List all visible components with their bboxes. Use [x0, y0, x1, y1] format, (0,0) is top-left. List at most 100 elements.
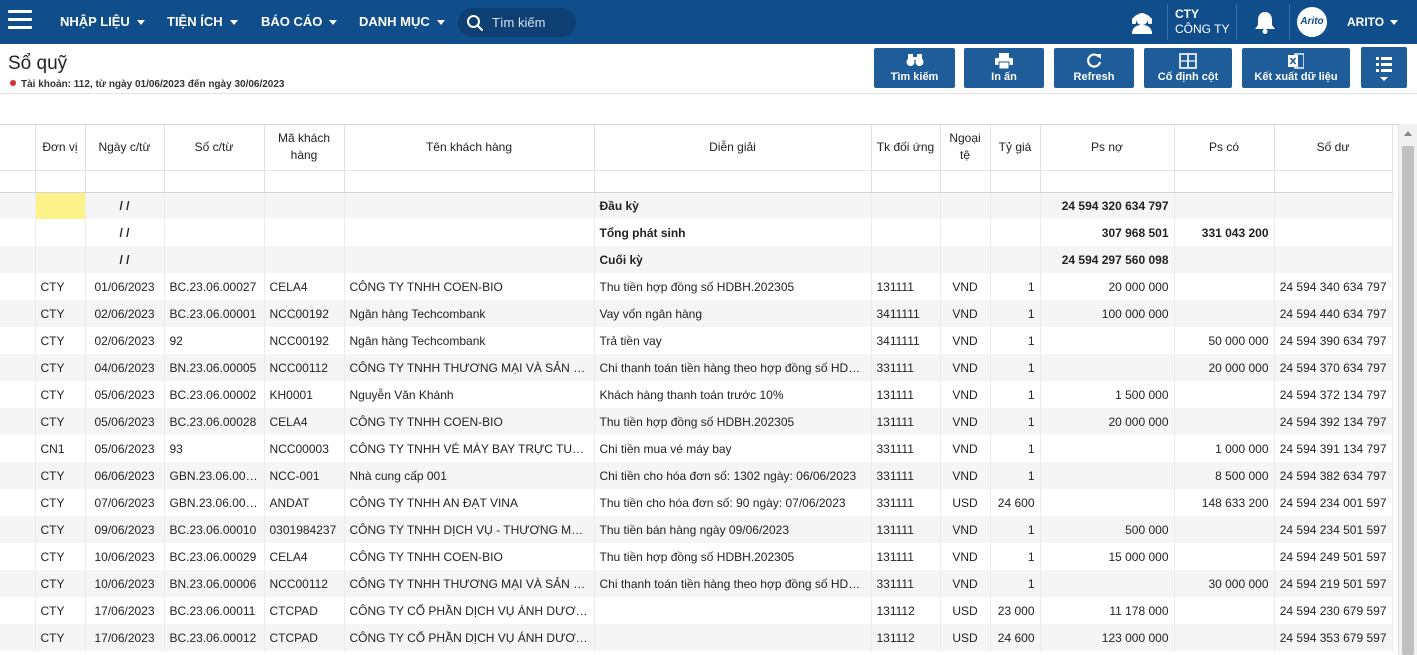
- table-cell: CTY: [35, 570, 86, 597]
- summary-row[interactable]: / / Đầu kỳ 24 594 320 634 797: [0, 192, 1393, 219]
- table-cell: [940, 192, 991, 219]
- row-select-cell[interactable]: [0, 408, 36, 435]
- table-cell: 331111: [871, 570, 941, 597]
- row-select-cell[interactable]: [0, 219, 36, 246]
- table-cell: VND: [940, 462, 991, 489]
- avatar[interactable]: Arito: [1297, 7, 1327, 37]
- nav-bao-cao[interactable]: BÁO CÁO: [261, 0, 338, 44]
- row-select-cell[interactable]: [0, 597, 36, 624]
- table-row[interactable]: CTY 17/06/2023 BC.23.06.00012 CTCPAD CÔNG TY…: [0, 624, 1393, 651]
- search-button[interactable]: Tìm kiếm: [874, 48, 955, 88]
- support-icon[interactable]: [1128, 8, 1156, 36]
- table-row[interactable]: CTY 05/06/2023 BC.23.06.00028 CELA4 CÔNG TY …: [0, 408, 1393, 435]
- header-cell[interactable]: Ngày c/từ: [85, 125, 165, 171]
- table-row[interactable]: CTY 09/06/2023 BC.23.06.00010 0301984237 CÔN…: [0, 516, 1393, 543]
- header-cell[interactable]: Số dư: [1274, 125, 1393, 171]
- table-cell: CTY: [35, 543, 86, 570]
- table-cell: [1174, 300, 1275, 327]
- row-select-cell[interactable]: [0, 273, 36, 300]
- vertical-scrollbar[interactable]: [1398, 124, 1417, 655]
- filter-cell[interactable]: [35, 170, 86, 193]
- table-row[interactable]: CTY 02/06/2023 BC.23.06.00001 NCC00192 Ngân …: [0, 300, 1393, 327]
- table-row[interactable]: CTY 05/06/2023 BC.23.06.00002 KH0001 Nguyễn …: [0, 381, 1393, 408]
- row-select-cell[interactable]: [0, 246, 36, 273]
- row-select-cell[interactable]: [0, 462, 36, 489]
- filter-cell[interactable]: [594, 170, 872, 193]
- filter-cell[interactable]: [871, 170, 941, 193]
- header-cell[interactable]: Đơn vị: [35, 125, 86, 171]
- header-cell[interactable]: Tỷ giá: [990, 125, 1041, 171]
- table-cell: BC.23.06.00027: [164, 273, 265, 300]
- table-cell: [1174, 192, 1275, 219]
- search-box[interactable]: [458, 8, 576, 37]
- filter-cell[interactable]: [264, 170, 345, 193]
- row-select-cell[interactable]: [0, 327, 36, 354]
- header-cell[interactable]: Ps nợ: [1040, 125, 1175, 171]
- table-cell: Đầu kỳ: [594, 192, 872, 219]
- summary-row[interactable]: / / Cuối kỳ 24 594 297 560 098: [0, 246, 1393, 273]
- row-select-cell[interactable]: [0, 300, 36, 327]
- row-select-cell[interactable]: [0, 570, 36, 597]
- table-cell: Chi thanh toán tiền hàng theo hợp đồng s…: [594, 354, 872, 381]
- table-cell: 24 594 382 634 797: [1274, 462, 1393, 489]
- row-select-cell[interactable]: [0, 354, 36, 381]
- row-select-cell[interactable]: [0, 624, 36, 651]
- table-row[interactable]: CTY 02/06/2023 92 NCC00192 Ngân hàng Techcom…: [0, 327, 1393, 354]
- scroll-thumb[interactable]: [1402, 146, 1414, 655]
- table-cell: 06/06/2023: [85, 462, 165, 489]
- summary-row[interactable]: / / Tổng phát sinh 307 968 501 331 043 200: [0, 219, 1393, 246]
- filter-cell[interactable]: [344, 170, 595, 193]
- table-cell: 24 594 372 134 797: [1274, 381, 1393, 408]
- company-selector[interactable]: CTY CÔNG TY: [1175, 7, 1229, 37]
- nav-tien-ich[interactable]: TIỆN ÍCH: [167, 0, 238, 44]
- header-cell[interactable]: Diễn giải: [594, 125, 872, 171]
- more-options-button[interactable]: [1361, 47, 1407, 88]
- header-cell[interactable]: Mã khách hàng: [264, 125, 345, 171]
- row-select-cell[interactable]: [0, 516, 36, 543]
- table-row[interactable]: CTY 06/06/2023 GBN.23.06.0003 NCC-001 Nhà cu…: [0, 462, 1393, 489]
- header-cell[interactable]: Ngoại tệ: [940, 125, 991, 171]
- table-cell: 1: [990, 462, 1041, 489]
- table-row[interactable]: CTY 10/06/2023 BC.23.06.00029 CELA4 CÔNG TY …: [0, 543, 1393, 570]
- table-row[interactable]: CN1 05/06/2023 93 NCC00003 CÔNG TY TNHH VÉ M…: [0, 435, 1393, 462]
- bell-icon[interactable]: [1252, 9, 1278, 35]
- filter-cell[interactable]: [85, 170, 165, 193]
- table-cell: 15 000 000: [1040, 543, 1175, 570]
- header-cell[interactable]: Số c/từ: [164, 125, 265, 171]
- table-cell: CÔNG TY CỔ PHẦN DỊCH VỤ ÁNH DƯƠNG: [344, 597, 595, 624]
- menu-icon[interactable]: [8, 10, 32, 32]
- search-input[interactable]: [492, 13, 572, 32]
- header-cell[interactable]: Tk đối ứng: [871, 125, 941, 171]
- divider: [0, 93, 1417, 94]
- filter-cell[interactable]: [990, 170, 1041, 193]
- table-cell: 10/06/2023: [85, 570, 165, 597]
- print-button[interactable]: In ấn: [964, 48, 1044, 88]
- table-cell: NCC00112: [264, 570, 345, 597]
- filter-cell[interactable]: [1274, 170, 1393, 193]
- table-row[interactable]: CTY 07/06/2023 GBN.23.06.0002 ANDAT CÔNG TY …: [0, 489, 1393, 516]
- user-menu[interactable]: ARITO: [1347, 0, 1399, 44]
- table-row[interactable]: CTY 01/06/2023 BC.23.06.00027 CELA4 CÔNG TY …: [0, 273, 1393, 300]
- row-select-cell[interactable]: [0, 435, 36, 462]
- nav-nhap-lieu[interactable]: NHẬP LIỆU: [60, 0, 145, 44]
- row-select-cell[interactable]: [0, 543, 36, 570]
- row-select-cell[interactable]: [0, 489, 36, 516]
- pin-columns-button[interactable]: Cố định cột: [1144, 48, 1232, 88]
- table-row[interactable]: CTY 04/06/2023 BN.23.06.00005 NCC00112 CÔNG …: [0, 354, 1393, 381]
- export-button[interactable]: Kết xuất dữ liệu: [1242, 48, 1350, 88]
- active-cell[interactable]: [35, 192, 86, 219]
- scroll-up-icon[interactable]: [1404, 131, 1412, 136]
- row-select-cell[interactable]: [0, 381, 36, 408]
- refresh-button[interactable]: Refresh: [1054, 48, 1134, 88]
- filter-cell[interactable]: [164, 170, 265, 193]
- row-select-cell[interactable]: [0, 192, 36, 219]
- filter-cell[interactable]: [1174, 170, 1275, 193]
- header-cell[interactable]: Tên khách hàng: [344, 125, 595, 171]
- header-cell[interactable]: Ps có: [1174, 125, 1275, 171]
- filter-cell[interactable]: [1040, 170, 1175, 193]
- filter-cell[interactable]: [940, 170, 991, 193]
- table-row[interactable]: CTY 10/06/2023 BN.23.06.00006 NCC00112 CÔNG …: [0, 570, 1393, 597]
- nav-danh-muc[interactable]: DANH MỤC: [359, 0, 445, 44]
- table-row[interactable]: CTY 17/06/2023 BC.23.06.00011 CTCPAD CÔNG TY…: [0, 597, 1393, 624]
- chevron-down-icon: [329, 20, 338, 26]
